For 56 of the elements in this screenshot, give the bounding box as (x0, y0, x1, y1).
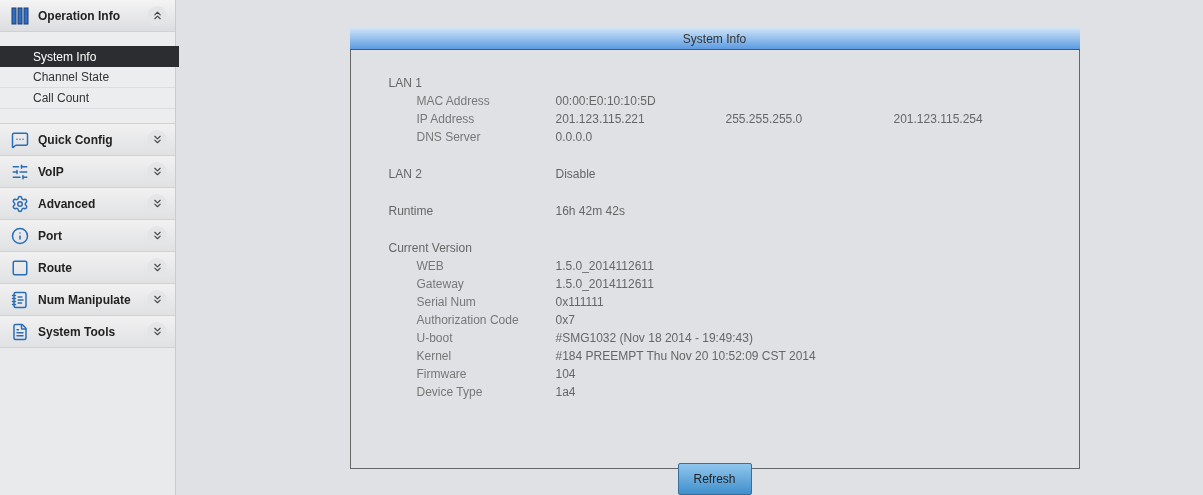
info-value: 201.123.115.221 (555, 111, 646, 128)
info-value: 255.255.255.0 (725, 111, 804, 128)
section-title: LAN 2 (388, 166, 423, 183)
menu-header[interactable]: VoIP (0, 156, 175, 188)
section-title: Runtime (388, 203, 435, 220)
info-label: Authorization Code (416, 312, 520, 329)
info-value: 00:00:E0:10:10:5D (555, 93, 656, 110)
info-value: #184 PREEMPT Thu Nov 20 10:52:09 CST 2014 (555, 348, 816, 365)
info-label: WEB (416, 258, 445, 275)
notebook-icon (10, 289, 30, 310)
info-icon (10, 225, 30, 246)
info-label: Gateway (416, 276, 465, 293)
info-value: 201.123.115.254 (893, 111, 983, 128)
submenu-item[interactable]: System Info (0, 46, 179, 67)
info-value: 16h 42m 42s (555, 203, 625, 220)
info-value: 0x111111 (555, 294, 604, 311)
panel-title: System Info (349, 28, 1080, 50)
menu-header[interactable]: Route (0, 252, 175, 284)
info-value: 104 (555, 366, 576, 383)
menu-label: Route (38, 259, 73, 277)
info-value: Disable (555, 166, 596, 183)
info-label: Firmware (416, 366, 468, 383)
info-value: 0.0.0.0 (555, 129, 593, 146)
menu-header[interactable]: Num Manipulate (0, 284, 175, 316)
gear-icon (10, 193, 30, 214)
menu-label: Operation Info (38, 7, 121, 25)
refresh-button[interactable]: Refresh (677, 463, 752, 495)
info-value: 1a4 (555, 384, 576, 401)
menu-label: Advanced (38, 195, 97, 213)
document-icon (10, 321, 30, 342)
info-value: 1.5.0_2014112611 (555, 276, 654, 293)
menu-label: System Tools (38, 323, 117, 341)
info-label: U-boot (416, 330, 454, 347)
section-title: Current Version (388, 240, 473, 257)
info-label: MAC Address (416, 93, 491, 110)
menu-header[interactable]: Operation Info (0, 0, 175, 32)
info-label: Serial Num (416, 294, 477, 311)
submenu-item[interactable]: Channel State (0, 67, 175, 88)
info-label: Device Type (416, 384, 484, 401)
bars-icon (10, 5, 30, 26)
menu-header[interactable]: Quick Config (0, 124, 175, 156)
menu-label: Quick Config (38, 131, 114, 149)
menu-label: Port (38, 227, 63, 245)
section-title: LAN 1 (388, 75, 423, 92)
info-value: 0x7 (555, 312, 575, 329)
menu-label: Num Manipulate (38, 291, 132, 309)
info-label: DNS Server (416, 129, 482, 146)
menu-header[interactable]: Advanced (0, 188, 175, 220)
submenu-item[interactable]: Call Count (0, 88, 175, 109)
info-label: Kernel (416, 348, 453, 365)
menu-header[interactable]: Port (0, 220, 175, 252)
menu-header[interactable]: System Tools (0, 316, 175, 348)
info-value: #SMG1032 (Nov 18 2014 - 19:49:43) (555, 330, 753, 347)
info-value: 1.5.0_2014112611 (555, 258, 654, 275)
menu-label: VoIP (38, 163, 65, 181)
info-label: IP Address (416, 111, 476, 128)
